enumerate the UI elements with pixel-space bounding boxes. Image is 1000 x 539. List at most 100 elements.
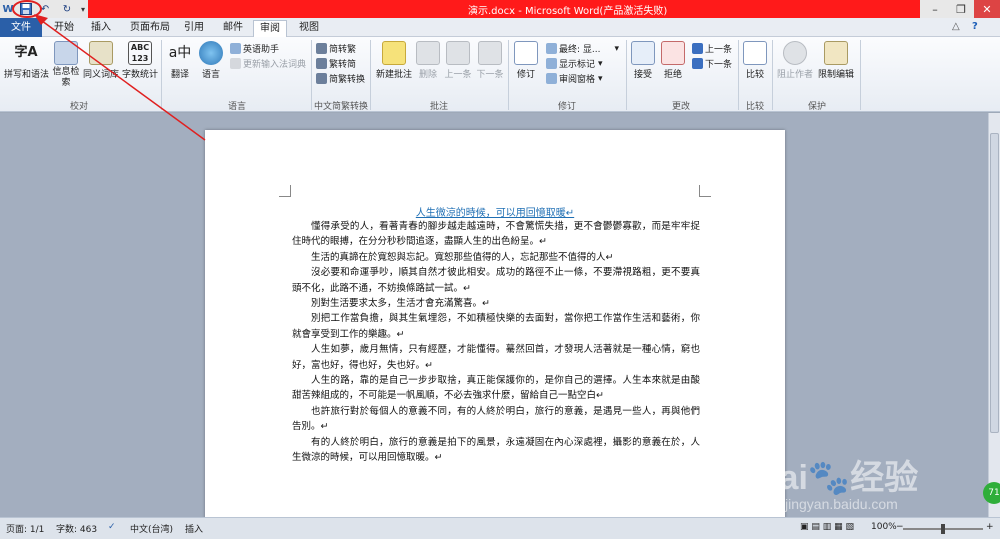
next-change-button[interactable]: 下一条 xyxy=(692,57,732,70)
paragraph: 人生如夢，歲月無情，只有經歷，才能懂得。驀然回首，才發現人活著就是一種心情，窮也… xyxy=(292,344,700,371)
document-area[interactable]: 人生微涼的時候，可以用回憶取暖↵ 懂得承受的人，看著青春的腳步越走越遠時，不會驚… xyxy=(0,113,988,517)
zoom-slider-knob[interactable] xyxy=(941,524,945,534)
group-label-changes: 更改 xyxy=(672,102,691,112)
to-traditional-button[interactable]: 简转繁 xyxy=(316,42,356,55)
tab-references[interactable]: 引用 xyxy=(178,20,210,37)
group-separator xyxy=(860,40,861,110)
thesaurus-button[interactable]: 同义词库 xyxy=(82,41,120,80)
paragraph: 別把工作當負擔，與其生氣埋怨，不如積極快樂的去面對，當你把工作當作生活和藝術，你… xyxy=(292,313,700,340)
redo-icon[interactable]: ↻ xyxy=(60,2,74,16)
vertical-scrollbar[interactable] xyxy=(988,113,1000,517)
show-markup-button[interactable]: 显示标记 ▾ xyxy=(546,57,603,70)
next-change-icon xyxy=(692,58,703,69)
paragraph: 人生的路，靠的是自己一步步取捨，真正能保護你的，是你自己的選擇。人生本來就是由酸… xyxy=(292,375,700,402)
tab-view[interactable]: 视图 xyxy=(293,20,325,37)
document-body[interactable]: 懂得承受的人，看著青春的腳步越走越遠時，不會驚慌失措，更不會鬱鬱寡歡，而是牢牢捉… xyxy=(292,219,700,466)
group-label-comments: 批注 xyxy=(430,102,449,112)
paragraph: 懂得承受的人，看著青春的腳步越走越遠時，不會驚慌失措，更不會鬱鬱寡歡，而是牢牢捉… xyxy=(292,221,700,248)
zoom-out-button[interactable]: − xyxy=(896,522,904,532)
compare-label: 比较 xyxy=(745,70,764,80)
track-changes-button[interactable]: 修订 xyxy=(512,41,540,80)
insert-mode[interactable]: 插入 xyxy=(185,522,203,535)
title-bar: W ↶ ↻ ▾ 演示.docx - Microsoft Word(产品激活失败)… xyxy=(0,0,1000,18)
next-comment-icon xyxy=(478,41,502,65)
proofing-status-icon[interactable]: ✓ xyxy=(108,522,116,532)
review-pane-label: 审阅窗格 xyxy=(559,75,596,85)
display-review-label: 最终: 显... xyxy=(559,45,601,55)
word-count[interactable]: 字数: 463 xyxy=(56,522,97,535)
view-buttons[interactable]: ▣ ▤ ▥ ▦ ▧ xyxy=(800,522,854,532)
show-markup-label: 显示标记 xyxy=(559,60,596,70)
restore-button[interactable]: ❐ xyxy=(948,0,974,18)
spelling-grammar-button[interactable]: 字A 拼写和语法 xyxy=(4,41,49,80)
thesaurus-label: 同义词库 xyxy=(82,70,119,80)
previous-change-icon xyxy=(692,43,703,54)
translate-label: 翻译 xyxy=(170,70,189,80)
previous-comment-button[interactable]: 上一条 xyxy=(444,41,472,80)
minimize-button[interactable]: – xyxy=(922,0,948,18)
document-title: 人生微涼的時候，可以用回憶取暖↵ xyxy=(415,208,575,219)
scrollbar-thumb[interactable] xyxy=(990,133,999,433)
word-count-icon: ABC 123 xyxy=(128,41,152,65)
tab-file[interactable]: 文件 xyxy=(0,18,42,37)
translate-button[interactable]: a中 翻译 xyxy=(165,41,195,80)
reject-button[interactable]: 拒绝 xyxy=(660,41,686,80)
ribbon-tab-row: 文件 开始 插入 页面布局 引用 邮件 审阅 视图 △ ? xyxy=(0,18,1000,37)
english-assistant-icon xyxy=(230,43,241,54)
new-comment-button[interactable]: 新建批注 xyxy=(374,41,414,80)
group-separator xyxy=(161,40,162,110)
new-comment-icon xyxy=(382,41,406,65)
display-for-review-select[interactable]: 最终: 显... ▾ xyxy=(546,42,619,55)
zoom-in-button[interactable]: + xyxy=(986,522,994,532)
next-comment-button[interactable]: 下一条 xyxy=(476,41,504,80)
review-pane-button[interactable]: 审阅窗格 ▾ xyxy=(546,72,603,85)
spelling-icon: 字A xyxy=(14,45,38,60)
group-separator xyxy=(738,40,739,110)
crop-mark xyxy=(279,185,291,197)
group-label-protect: 保护 xyxy=(808,102,827,112)
accept-button[interactable]: 接受 xyxy=(630,41,656,80)
update-ime-button[interactable]: 更新输入法词典 xyxy=(230,57,306,70)
language-label: 语言 xyxy=(201,70,220,80)
language-button[interactable]: 语言 xyxy=(197,41,225,80)
restrict-editing-button[interactable]: 限制编辑 xyxy=(816,41,856,80)
to-simplified-button[interactable]: 繁转简 xyxy=(316,57,356,70)
minimize-ribbon-icon[interactable]: △ xyxy=(952,21,960,32)
tab-mailings[interactable]: 邮件 xyxy=(217,20,249,37)
conversion-label: 简繁转换 xyxy=(329,75,366,85)
word-count-button[interactable]: ABC 123 字数统计 xyxy=(122,41,158,80)
tab-insert[interactable]: 插入 xyxy=(85,20,117,37)
update-ime-label: 更新输入法词典 xyxy=(243,60,307,70)
conversion-button[interactable]: 简繁转换 xyxy=(316,72,365,85)
research-button[interactable]: 信息检索 xyxy=(52,41,80,89)
restrict-editing-label: 限制编辑 xyxy=(817,70,854,80)
to-simplified-icon xyxy=(316,58,327,69)
close-button[interactable]: ✕ xyxy=(974,0,1000,18)
tab-page-layout[interactable]: 页面布局 xyxy=(124,20,176,37)
track-changes-icon xyxy=(514,41,538,65)
english-assistant-button[interactable]: 英语助手 xyxy=(230,42,279,55)
block-authors-label: 阻止作者 xyxy=(776,70,813,80)
previous-change-button[interactable]: 上一条 xyxy=(692,42,732,55)
paragraph: 沒必要和命運爭吵，順其自然才彼此相安。成功的路徑不止一條，不要滯視路粗，更不要真… xyxy=(292,267,700,294)
notification-badge[interactable]: 71 xyxy=(983,482,1000,504)
display-review-icon xyxy=(546,43,557,54)
language-status[interactable]: 中文(台湾) xyxy=(130,522,173,535)
zoom-slider[interactable] xyxy=(903,524,983,534)
accept-label: 接受 xyxy=(633,70,652,80)
paragraph: 別對生活要求太多，生活才會充滿驚喜。↵ xyxy=(311,298,490,310)
block-authors-icon xyxy=(783,41,807,65)
delete-comment-button[interactable]: 删除 xyxy=(416,41,440,80)
chevron-down-icon: ▾ xyxy=(614,43,620,54)
help-icon[interactable]: ? xyxy=(972,21,978,32)
compare-icon xyxy=(743,41,767,65)
group-label-language: 语言 xyxy=(228,102,247,112)
tab-review[interactable]: 审阅 xyxy=(253,20,287,37)
group-separator xyxy=(311,40,312,110)
compare-button[interactable]: 比较 xyxy=(742,41,768,80)
block-authors-button[interactable]: 阻止作者 xyxy=(776,41,814,80)
tab-home[interactable]: 开始 xyxy=(48,20,80,37)
document-page[interactable]: 人生微涼的時候，可以用回憶取暖↵ 懂得承受的人，看著青春的腳步越走越遠時，不會驚… xyxy=(205,130,785,517)
page-count[interactable]: 页面: 1/1 xyxy=(6,522,44,535)
zoom-level[interactable]: 100% xyxy=(871,522,897,532)
